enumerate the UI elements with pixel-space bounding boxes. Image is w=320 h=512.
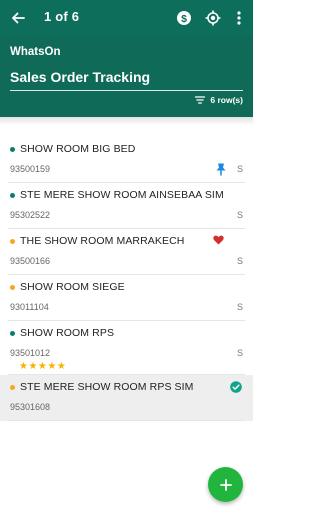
title-divider — [10, 90, 243, 91]
item-flag: S — [236, 256, 243, 266]
item-code: 93011104 — [10, 302, 49, 312]
dollar-icon[interactable]: $ — [172, 6, 196, 30]
add-button[interactable] — [208, 467, 243, 502]
app-name: WhatsOn — [10, 46, 61, 58]
heart-icon — [211, 234, 225, 246]
row-count[interactable]: 6 row(s) — [195, 95, 243, 105]
more-vert-icon[interactable] — [227, 6, 251, 30]
back-arrow-icon[interactable] — [6, 6, 30, 30]
item-code: 93500159 — [10, 164, 51, 174]
item-name: STE MERE SHOW ROOM AINSEBAA SIM — [20, 189, 224, 201]
list-item[interactable]: SHOW ROOM BIG BED 93500159 S — [0, 137, 253, 183]
app-bar: 1 of 6 $ — [0, 0, 253, 36]
status-dot — [10, 147, 15, 152]
status-dot — [10, 285, 15, 290]
item-name: SHOW ROOM RPS — [20, 327, 115, 339]
list-item[interactable]: STE MERE SHOW ROOM AINSEBAA SIM 95302522… — [0, 183, 253, 229]
list-item[interactable]: SHOW ROOM SIEGE 93011104 S — [0, 275, 253, 321]
status-dot — [10, 385, 15, 390]
list-item[interactable]: STE MERE SHOW ROOM RPS SIM 95301608 — [0, 375, 253, 421]
item-code: 93500166 — [10, 256, 51, 266]
item-code: 95302522 — [10, 210, 51, 220]
item-name: THE SHOW ROOM MARRAKECH — [20, 235, 185, 247]
star-rating: ★★★★★ — [19, 361, 67, 372]
item-code: 95301608 — [10, 402, 51, 412]
row-count-label: 6 row(s) — [210, 95, 243, 105]
target-icon[interactable] — [201, 6, 225, 30]
status-dot — [10, 193, 15, 198]
plus-icon — [219, 478, 232, 491]
status-dot — [10, 331, 15, 336]
list-item[interactable]: SHOW ROOM RPS 93501012 S ★★★★★ — [0, 321, 253, 375]
header-shadow — [0, 117, 253, 125]
header-panel: WhatsOn Sales Order Tracking 6 row(s) — [0, 36, 253, 117]
item-code: 93501012 — [10, 348, 51, 358]
item-name: STE MERE SHOW ROOM RPS SIM — [20, 381, 194, 393]
pin-icon — [215, 162, 227, 176]
item-flag: S — [236, 302, 243, 312]
list-item[interactable]: THE SHOW ROOM MARRAKECH 93500166 S — [0, 229, 253, 275]
svg-text:$: $ — [181, 13, 187, 25]
filter-icon — [195, 96, 206, 104]
page-title: Sales Order Tracking — [10, 69, 151, 85]
item-name: SHOW ROOM SIEGE — [20, 281, 125, 293]
divider — [8, 420, 245, 421]
check-circle-icon — [229, 380, 243, 394]
item-flag: S — [236, 210, 243, 220]
item-name: SHOW ROOM BIG BED — [20, 143, 136, 155]
order-list: SHOW ROOM BIG BED 93500159 S STE MERE SH… — [0, 137, 253, 421]
item-flag: S — [236, 164, 243, 174]
status-dot — [10, 239, 15, 244]
item-flag: S — [236, 348, 243, 358]
record-counter: 1 of 6 — [44, 9, 80, 24]
